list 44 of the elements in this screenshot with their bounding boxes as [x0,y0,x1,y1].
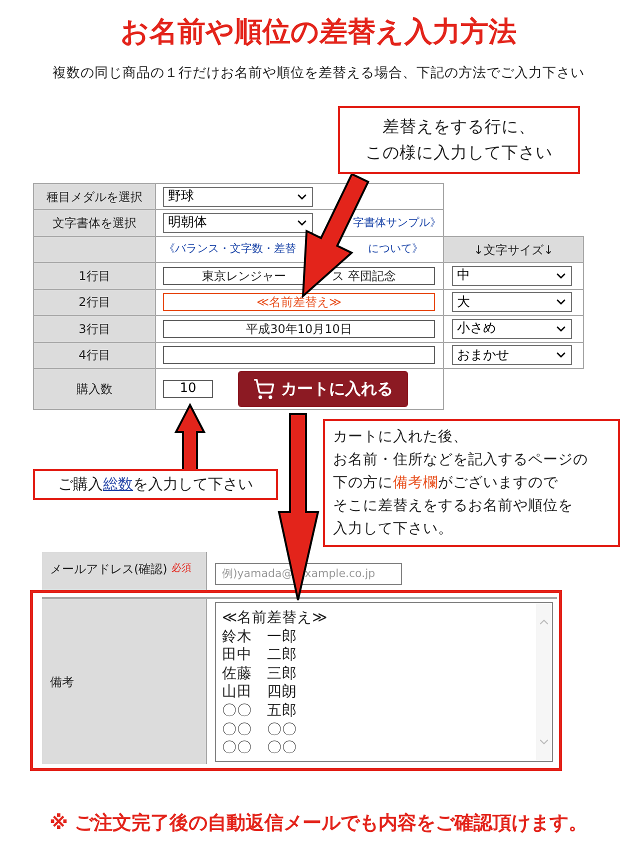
callout-text: 下の方に備考欄がございますので [333,474,559,492]
field-label: 3行目 [78,322,110,336]
subtitle: 複数の同じ商品の１行だけお名前や順位を差替える場合、下記の方法でご入力下さい [52,64,586,82]
input-text: ス 卒団記念 [332,268,396,285]
callout-text: ご購入総数を入力して下さい [58,474,253,496]
dropdown-select[interactable]: おまかせ [452,345,572,366]
callout-text: そこに差替えをするお名前や順位を [333,496,574,516]
callout-text: お名前・住所などを記入するページの [333,450,589,470]
cart-icon [253,378,275,400]
font-sample-link[interactable]: 字書体サンプル》 [353,214,441,232]
field-label: メールアドレス(確認) [50,561,168,578]
dropdown-select[interactable]: 大 [452,292,572,312]
dropdown-select[interactable]: 中 [452,266,572,286]
dropdown-select[interactable]: 明朝体 [163,213,313,233]
input-text: ≪名前差替え≫ [256,294,342,312]
field-label: 4行目 [78,348,110,362]
placeholder-text: xample.co.jp [304,566,376,582]
field-label: 購入数 [76,382,112,396]
field-label: 1行目 [78,268,110,283]
quantity-input[interactable]: 10 [163,380,213,398]
dropdown-select[interactable]: 小さめ [452,318,572,339]
callout-text: 入力して下さい。 [333,520,454,538]
field-label: 備考 [50,674,74,690]
placeholder-text: 例)yamada@ [222,566,293,582]
text-input[interactable]: ≪名前差替え≫ [163,293,435,312]
input-text: 平成30年10月10日 [246,320,352,338]
remarks-textarea[interactable]: ≪名前差替え≫ 鈴木 一郎 田中 二郎 佐藤 三郎 山田 四朗 〇〇 五郎 〇〇 〇〇 〇〇 〇〇 [215,602,553,762]
guide-link[interactable]: について》 [368,241,423,258]
callout-text: カートに入れた後、 [333,428,469,446]
callout-box: 差替えをする行に、 この様に入力して下さい [338,106,580,174]
footer-note: ※ ご注文完了後の自動返信メールでも内容をご確認頂けます。 [48,811,589,836]
field-label: 2行目 [78,295,110,310]
dropdown-select[interactable]: 野球 [163,186,313,206]
input-text: 東京レンジャー [202,268,286,285]
page-title: お名前や順位の差替え入力方法 [120,14,518,50]
text-input[interactable] [163,346,435,364]
add-to-cart-button[interactable]: カートに入れる [238,371,408,407]
required-label: 必須 [171,562,192,576]
field-label: 種目メダルを選択 [46,190,142,204]
column-header: ↓文字サイズ↓ [473,242,554,256]
field-label: 文字書体を選択 [52,216,136,230]
text-input[interactable]: 東京レンジャー ス 卒団記念 [163,266,435,285]
guide-link[interactable]: 《バランス・文字数・差替 [164,241,296,258]
text-input[interactable]: 平成30年10月10日 [163,320,435,338]
